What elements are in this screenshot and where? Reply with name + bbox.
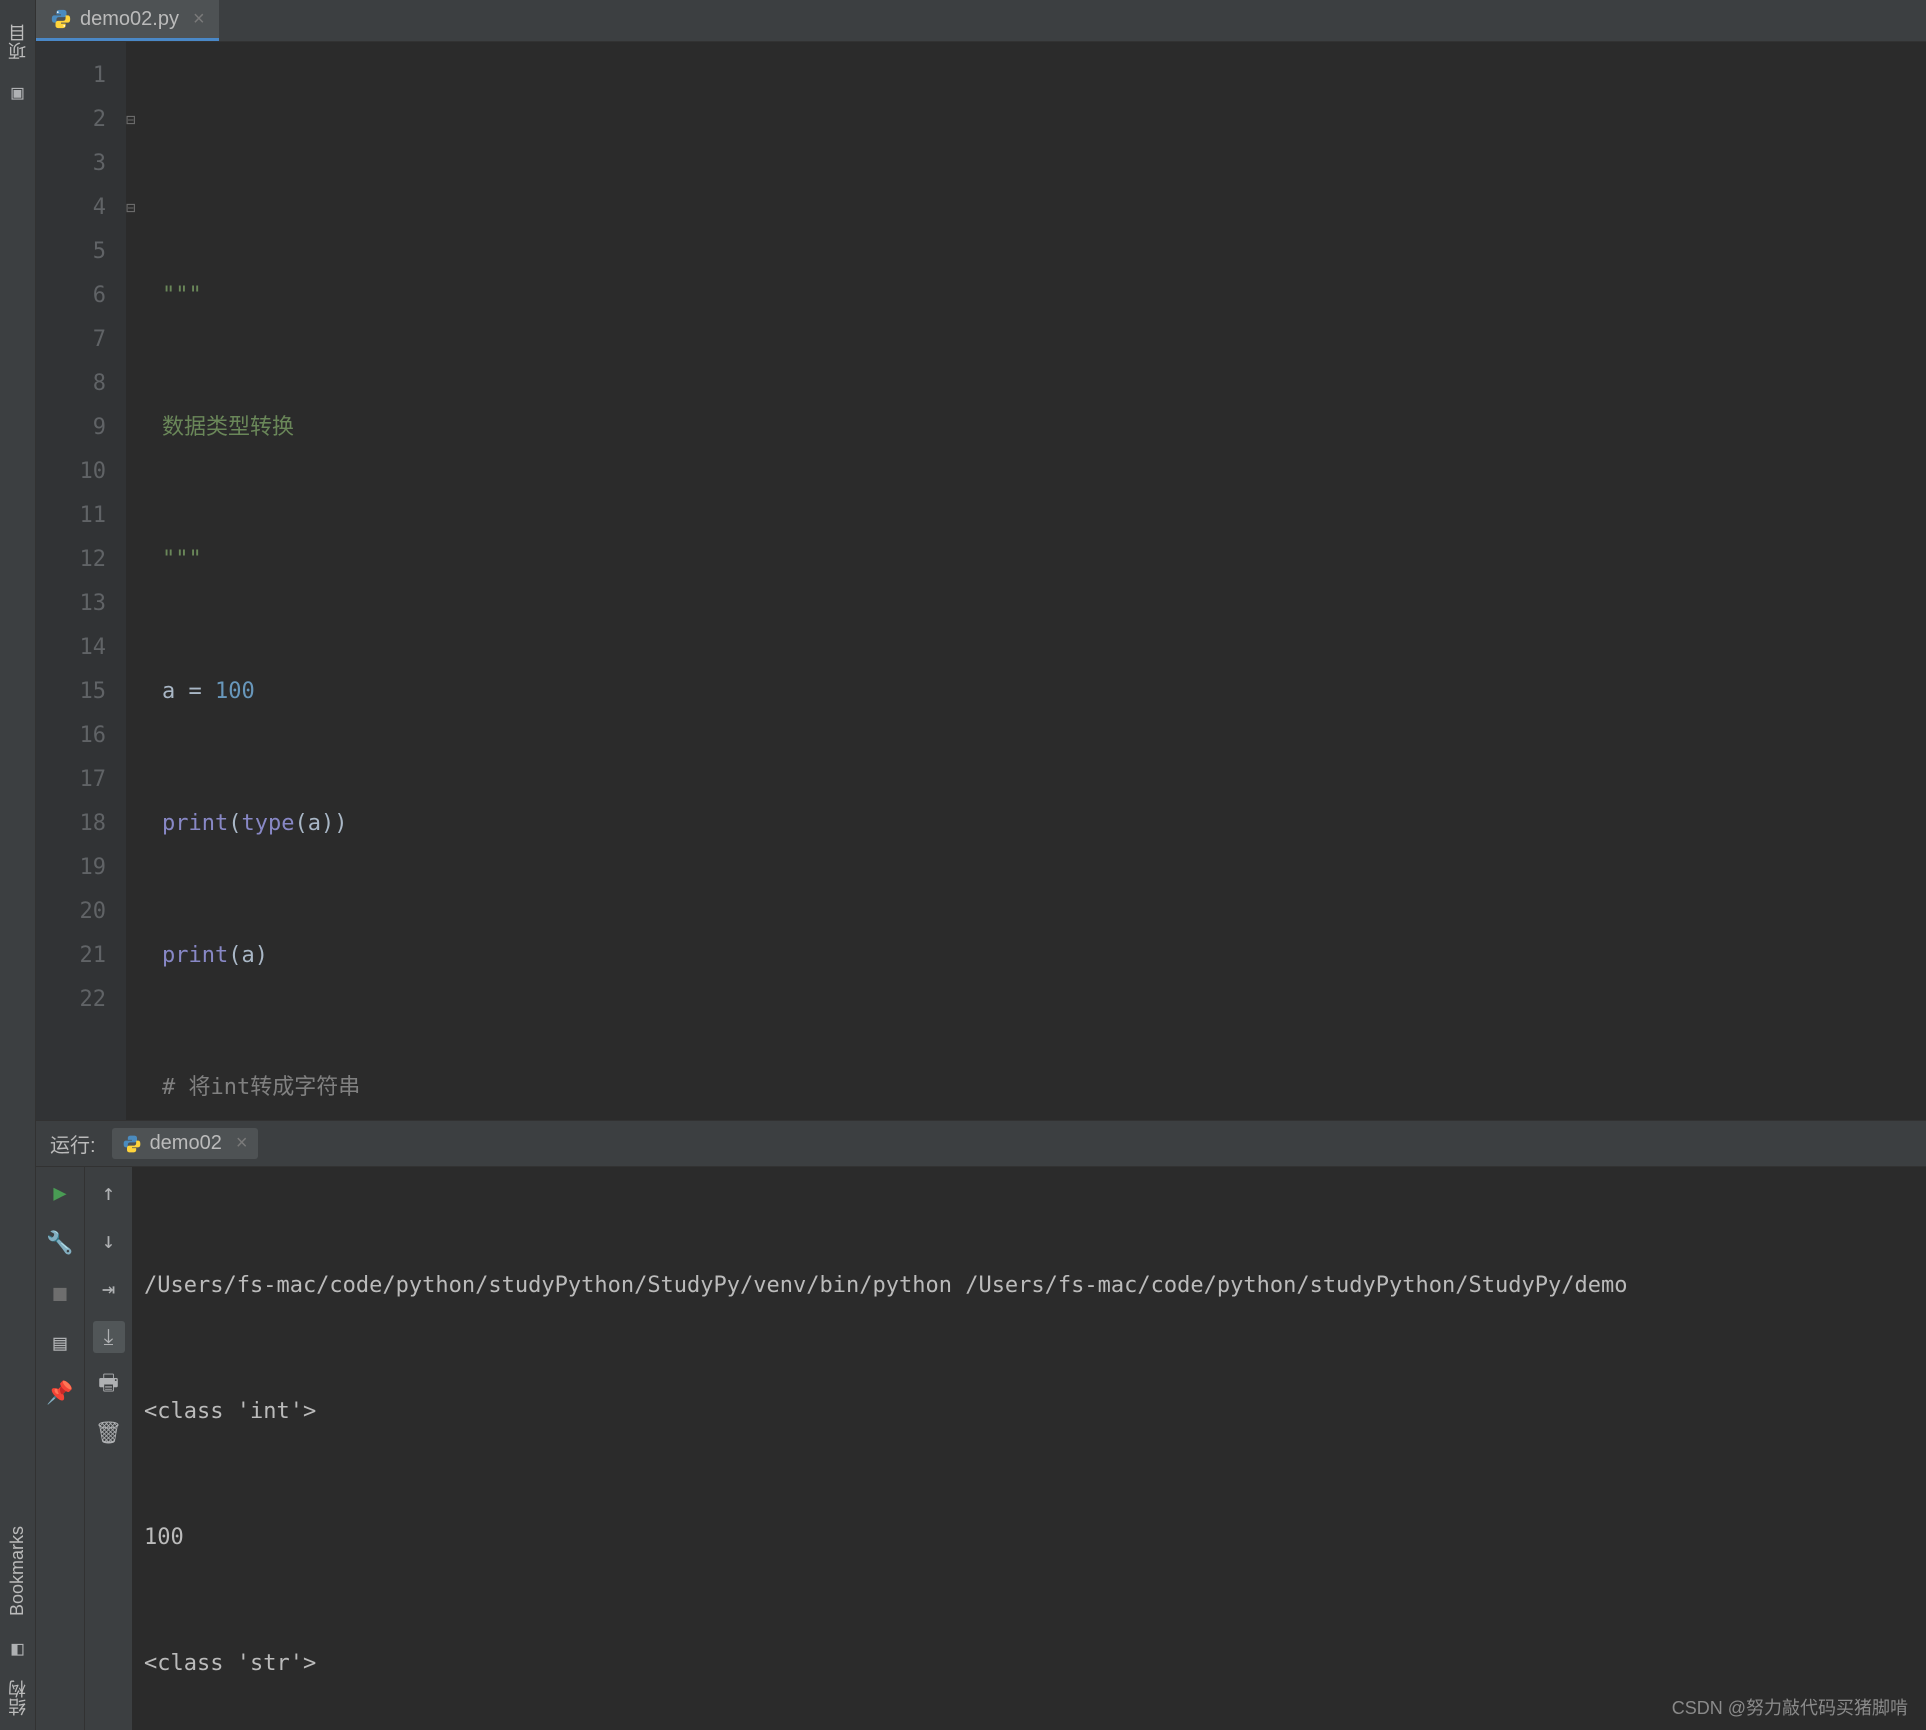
stop-button[interactable]: ■: [44, 1277, 76, 1309]
console-line: /Users/fs-mac/code/python/studyPython/St…: [144, 1265, 1914, 1307]
up-icon[interactable]: ↑: [93, 1177, 125, 1209]
code-area[interactable]: """ 数据类型转换 """ a = 100 print(type(a)) pr…: [156, 42, 1926, 1120]
python-icon: [50, 8, 72, 30]
console-output[interactable]: /Users/fs-mac/code/python/studyPython/St…: [132, 1167, 1926, 1730]
wrench-icon[interactable]: 🔧: [44, 1227, 76, 1259]
rail-structure[interactable]: 结构: [5, 1680, 31, 1716]
trash-icon[interactable]: 🗑: [93, 1417, 125, 1449]
print-icon[interactable]: 🖶: [93, 1369, 125, 1401]
run-label: 运行:: [50, 1129, 96, 1158]
down-icon[interactable]: ↓: [93, 1225, 125, 1257]
tool-rail: 项目 ▣ Bookmarks ◧ 结构: [0, 0, 36, 1730]
fold-column: ⊟ ⊟: [126, 42, 156, 1120]
run-tab[interactable]: demo02 ×: [112, 1128, 258, 1159]
run-tab-name: demo02: [150, 1132, 222, 1155]
close-icon[interactable]: ×: [193, 8, 205, 31]
soft-wrap-icon[interactable]: ⇥: [93, 1273, 125, 1305]
editor-tabs: demo02.py ×: [36, 0, 1926, 42]
console-line: 100: [144, 1517, 1914, 1559]
watermark: CSDN @努力敲代码买猪脚啃: [1672, 1694, 1908, 1720]
console-line: <class 'int'>: [144, 1391, 1914, 1433]
close-icon[interactable]: ×: [236, 1132, 248, 1155]
rail-bookmarks[interactable]: Bookmarks: [7, 1526, 28, 1616]
run-header: 运行: demo02 ×: [36, 1121, 1926, 1167]
fold-end-icon[interactable]: ⊟: [126, 186, 156, 230]
folder-icon[interactable]: ▣: [11, 80, 23, 104]
run-toolbar-right: ↑ ↓ ⇥ ⤓ 🖶 🗑: [84, 1167, 132, 1730]
console-line: <class 'str'>: [144, 1643, 1914, 1685]
tab-filename: demo02.py: [80, 8, 179, 31]
python-icon: [122, 1134, 142, 1154]
bookmark-icon[interactable]: ◧: [11, 1636, 23, 1660]
rail-project[interactable]: 项目: [5, 24, 31, 60]
fold-icon[interactable]: ⊟: [126, 98, 156, 142]
run-panel: 运行: demo02 × ▶ 🔧 ■ ▤ 📌 ↑: [36, 1120, 1926, 1730]
run-toolbar-left: ▶ 🔧 ■ ▤ 📌: [36, 1167, 84, 1730]
code-editor[interactable]: 12345678910111213141516171819202122 ⊟ ⊟ …: [36, 42, 1926, 1120]
pin-icon[interactable]: 📌: [44, 1377, 76, 1409]
scroll-to-end-icon[interactable]: ⤓: [93, 1321, 125, 1353]
line-gutter: 12345678910111213141516171819202122: [36, 42, 126, 1120]
tab-demo02[interactable]: demo02.py ×: [36, 0, 219, 41]
rerun-button[interactable]: ▶: [44, 1177, 76, 1209]
layout-icon[interactable]: ▤: [44, 1327, 76, 1359]
